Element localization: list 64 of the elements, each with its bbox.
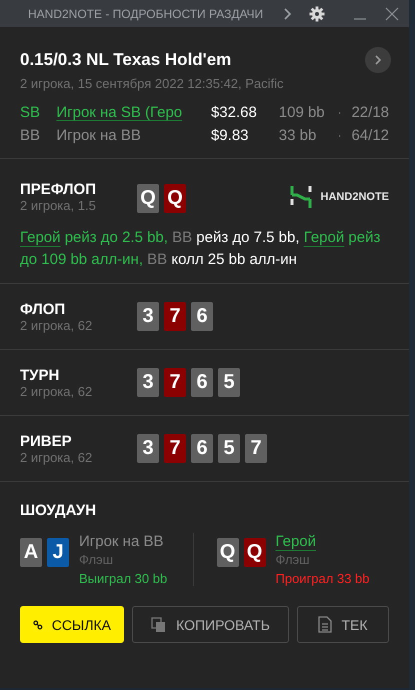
settings-icon[interactable] bbox=[309, 6, 325, 22]
street-title: РИВЕР bbox=[20, 432, 73, 450]
playing-card: 7 bbox=[245, 434, 267, 463]
street-info: 2 игрока, 62 bbox=[20, 384, 94, 398]
chain-icon bbox=[33, 618, 43, 632]
player-bb: 109 bb bbox=[278, 104, 326, 121]
playing-card: 3 bbox=[137, 368, 159, 397]
playing-card: 5 bbox=[218, 434, 240, 463]
player-position: SB bbox=[20, 104, 42, 121]
hand-result: Выиграл 30 bb bbox=[79, 571, 168, 586]
game-title: 0.15/0.3 NL Texas Hold'em bbox=[20, 50, 232, 70]
player-link[interactable]: Игрок на SB (Геро bbox=[56, 104, 191, 121]
document-icon bbox=[318, 616, 332, 633]
player-name: Игрок на BB bbox=[79, 533, 164, 550]
playing-card: 3 bbox=[137, 434, 159, 463]
playing-card: 5 bbox=[218, 368, 240, 397]
playing-card: 7 bbox=[164, 302, 186, 331]
section-title: ШОУДАУН bbox=[20, 502, 98, 519]
action-summary: Герой рейз до 2.5 bb, BB рейз до 7.5 bb, Герой рейз до 109 bb алл-ин, BB колл 25 bb алл-ин bbox=[20, 228, 382, 270]
next-button[interactable] bbox=[365, 47, 391, 73]
hand-info: 2 игрока, 15 сентября 2022 12:35:42, Pacific bbox=[20, 76, 285, 91]
player-stats: 22/18 bbox=[351, 104, 390, 121]
playing-card: 6 bbox=[191, 434, 213, 463]
logo-icon bbox=[290, 185, 312, 209]
hand-combo: Флэш bbox=[79, 552, 114, 567]
playing-card: Q bbox=[137, 184, 159, 213]
playing-card: 6 bbox=[191, 302, 213, 331]
street-info: 2 игрока, 62 bbox=[20, 450, 94, 464]
copy-icon bbox=[151, 616, 168, 632]
separator-dot: · bbox=[338, 130, 342, 142]
chevron-right-icon bbox=[374, 54, 382, 66]
player-bb: 33 bb bbox=[278, 127, 318, 144]
separator-dot: · bbox=[338, 106, 342, 118]
player-position: BB bbox=[20, 127, 42, 144]
hand-result: Проиграл 33 bb bbox=[276, 571, 370, 586]
hero-link[interactable]: Герой bbox=[20, 229, 61, 246]
playing-card: J bbox=[47, 538, 69, 567]
player-name: Игрок на BB bbox=[56, 127, 142, 144]
playing-card: 7 bbox=[164, 368, 186, 397]
street-title: ТУРН bbox=[20, 366, 60, 384]
link-button[interactable]: ССЫЛКА bbox=[20, 606, 124, 643]
playing-card: Q bbox=[164, 184, 186, 213]
copy-button[interactable]: КОПИРОВАТЬ bbox=[132, 606, 289, 643]
playing-card: 3 bbox=[137, 302, 159, 331]
text-button[interactable]: ТЕК bbox=[297, 606, 389, 643]
window-title: HAND2NOTE - ПОДРОБНОСТИ РАЗДАЧИ bbox=[28, 6, 264, 20]
player-stats: 64/12 bbox=[351, 127, 390, 144]
playing-card: 7 bbox=[164, 434, 186, 463]
street-title: ФЛОП bbox=[20, 300, 66, 318]
playing-card: A bbox=[20, 538, 42, 567]
player-stack: $32.68 bbox=[210, 104, 258, 121]
playing-card: Q bbox=[216, 538, 238, 567]
street-info: 2 игрока, 1.5 bbox=[20, 198, 97, 213]
street-title: ПРЕФЛОП bbox=[20, 181, 97, 198]
playing-card: 6 bbox=[191, 368, 213, 397]
hero-link[interactable]: Герой bbox=[304, 229, 344, 246]
playing-card: Q bbox=[244, 538, 266, 567]
street-info: 2 игрока, 62 bbox=[20, 318, 94, 332]
player-stack: $9.83 bbox=[210, 127, 250, 144]
close-icon[interactable] bbox=[385, 6, 399, 20]
logo-text: HAND2NOTE bbox=[320, 191, 389, 203]
hand-combo: Флэш bbox=[276, 552, 311, 567]
player-link[interactable]: Герой bbox=[276, 533, 370, 550]
chevron-right-icon[interactable] bbox=[283, 6, 293, 20]
